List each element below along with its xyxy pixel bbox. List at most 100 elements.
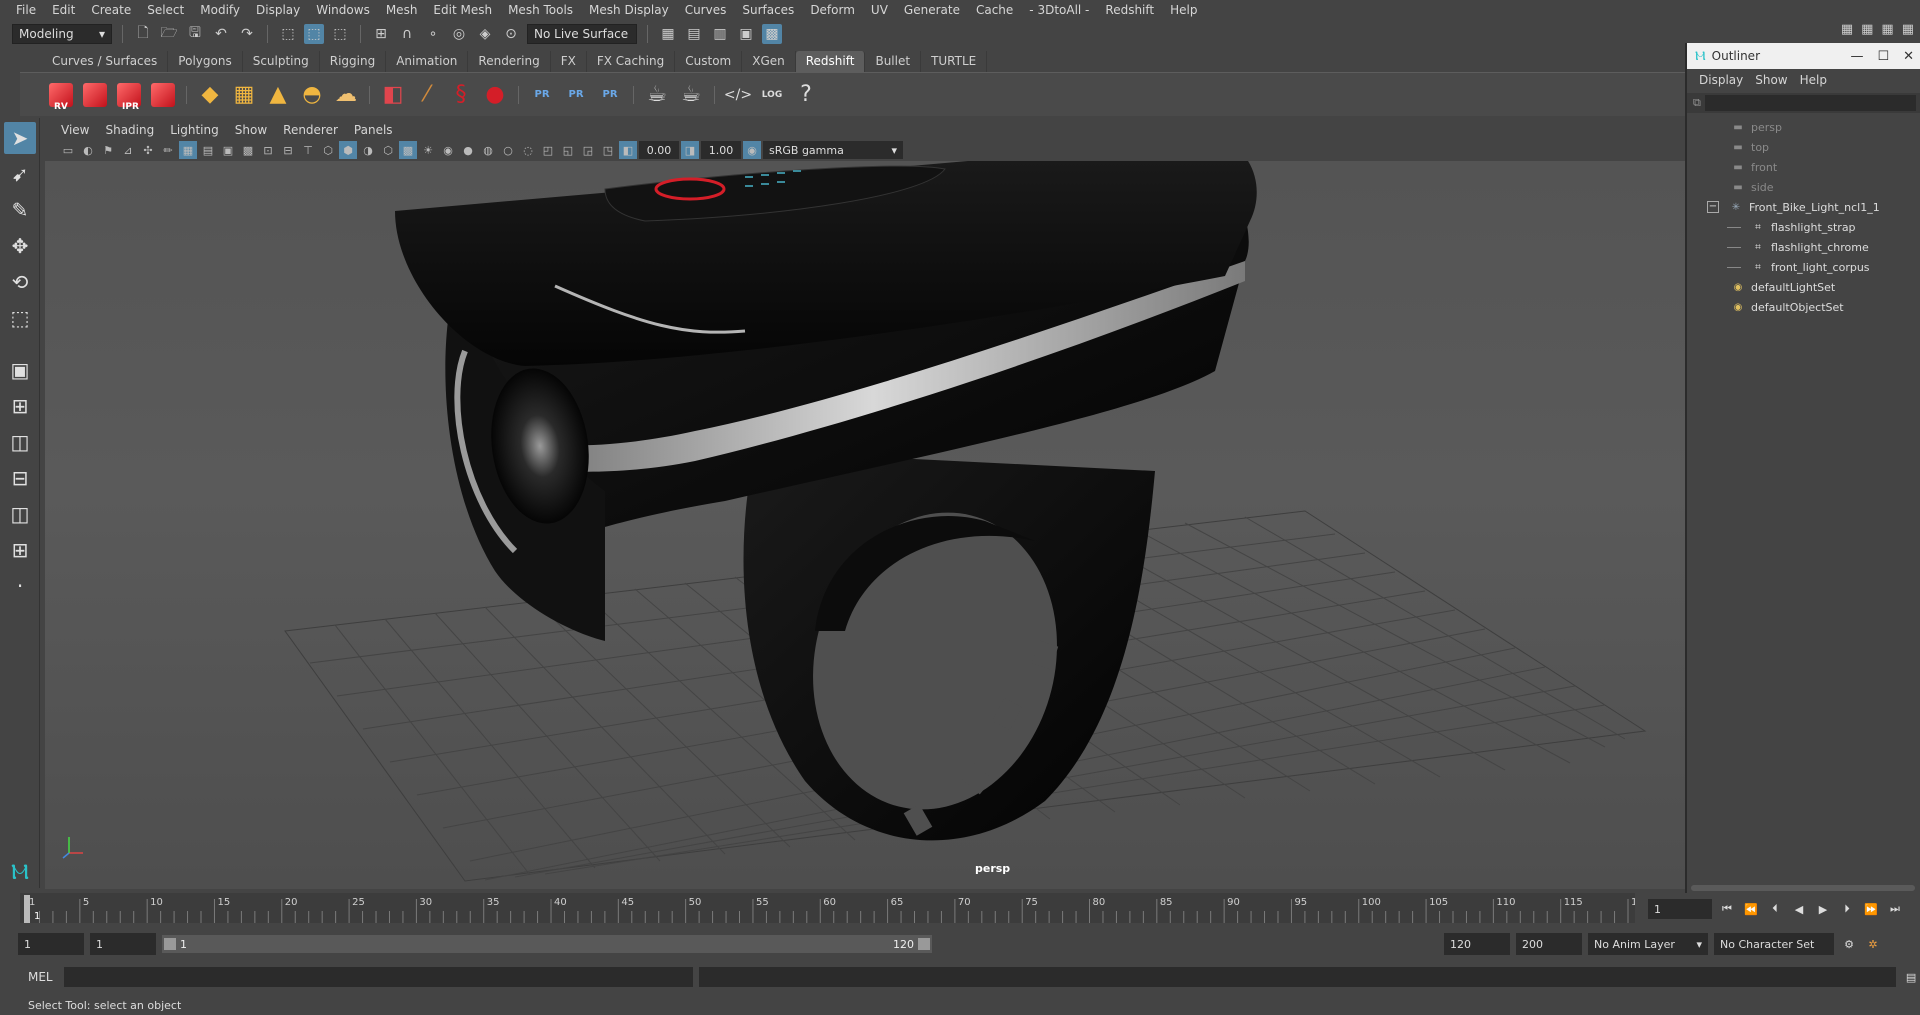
menu-mesh-display[interactable]: Mesh Display xyxy=(581,0,677,21)
colorspace-dropdown[interactable]: sRGB gamma ▾ xyxy=(763,141,903,159)
menu-edit-mesh[interactable]: Edit Mesh xyxy=(425,0,500,21)
outliner-item[interactable]: ▬ top xyxy=(1687,137,1920,157)
render-frame-icon[interactable]: ▤ xyxy=(684,24,704,44)
menu-create[interactable]: Create xyxy=(83,0,139,21)
wireframe-on-shaded-icon[interactable]: ⬡ xyxy=(379,141,397,159)
menu-help[interactable]: Help xyxy=(1162,0,1205,21)
isolate-select-icon[interactable]: ◰ xyxy=(539,141,557,159)
exposure-icon[interactable]: ◧ xyxy=(619,141,637,159)
step-back-frame-icon[interactable]: ⏴ xyxy=(1766,900,1784,918)
outliner-item[interactable]: ▬ side xyxy=(1687,177,1920,197)
outliner-item[interactable]: ◉ defaultLightSet xyxy=(1687,277,1920,297)
shelf-tab-sculpting[interactable]: Sculpting xyxy=(243,51,320,72)
camera-attr-icon[interactable]: ◐ xyxy=(79,141,97,159)
log-icon[interactable]: LOG xyxy=(757,80,787,110)
script-editor-icon[interactable]: ▤ xyxy=(1902,968,1920,986)
anim-layer-dropdown[interactable]: No Anim Layer ▾ xyxy=(1588,933,1708,955)
shelf-tab-polygons[interactable]: Polygons xyxy=(168,51,243,72)
outliner-item[interactable]: ⌗ flashlight_strap xyxy=(1687,217,1920,237)
viewport-menu-show[interactable]: Show xyxy=(227,123,275,137)
hypershade-layout-icon[interactable]: ⊞ xyxy=(4,534,36,566)
ambient-occlusion-icon[interactable]: ● xyxy=(459,141,477,159)
shelf-tab-fx-caching[interactable]: FX Caching xyxy=(587,51,676,72)
shelf-tab-fx[interactable]: FX xyxy=(551,51,587,72)
xray-icon[interactable]: ◱ xyxy=(559,141,577,159)
live-surface-field[interactable]: No Live Surface xyxy=(527,24,637,44)
scale-tool-icon[interactable]: ⬚ xyxy=(4,302,36,334)
toggle-panel-icon[interactable]: ▦ xyxy=(1881,22,1893,37)
save-scene-icon[interactable]: 🖫 xyxy=(185,24,205,44)
menu-3dtoall[interactable]: - 3DtoAll - xyxy=(1021,0,1097,21)
two-pane-layout-icon[interactable]: ◫ xyxy=(4,426,36,458)
shelf-tab-custom[interactable]: Custom xyxy=(675,51,743,72)
pr-export-icon[interactable]: PR xyxy=(527,80,557,110)
xray-components-icon[interactable]: ◳ xyxy=(599,141,617,159)
script-editor-icon[interactable]: </> xyxy=(723,80,753,110)
viewport-menu-view[interactable]: View xyxy=(53,123,97,137)
teapot-settings-icon[interactable]: ☕ xyxy=(676,80,706,110)
more-layouts-icon[interactable]: · xyxy=(4,570,36,602)
grid-icon[interactable]: ▦ xyxy=(179,141,197,159)
safe-title-icon[interactable]: ⊤ xyxy=(299,141,317,159)
menu-deform[interactable]: Deform xyxy=(802,0,863,21)
mode-dropdown[interactable]: Modeling ▾ xyxy=(12,24,112,44)
outliner-item[interactable]: − ✳ Front_Bike_Light_ncl1_1 xyxy=(1687,197,1920,217)
menu-generate[interactable]: Generate xyxy=(896,0,968,21)
menu-modify[interactable]: Modify xyxy=(192,0,248,21)
animation-end-field[interactable]: 200 xyxy=(1516,933,1582,955)
color-management-icon[interactable]: ◉ xyxy=(743,141,761,159)
range-end-handle[interactable] xyxy=(918,938,930,950)
close-icon[interactable]: ✕ xyxy=(1903,49,1914,64)
menu-mesh[interactable]: Mesh xyxy=(378,0,426,21)
pr-swap-icon[interactable]: PR xyxy=(595,80,625,110)
menu-uv[interactable]: UV xyxy=(863,0,896,21)
menu-cache[interactable]: Cache xyxy=(968,0,1021,21)
outliner-item[interactable]: ▬ persp xyxy=(1687,117,1920,137)
film-gate-icon[interactable]: ▤ xyxy=(199,141,217,159)
pr-import-icon[interactable]: PR xyxy=(561,80,591,110)
menu-file[interactable]: File xyxy=(8,0,44,21)
motion-blur-icon[interactable]: ◍ xyxy=(479,141,497,159)
spot-light-icon[interactable]: ▲ xyxy=(263,80,293,110)
field-chart-icon[interactable]: ⊡ xyxy=(259,141,277,159)
auto-key-icon[interactable]: ✲ xyxy=(1864,935,1882,953)
open-scene-icon[interactable]: 🗁 xyxy=(159,24,179,44)
outliner-menu-display[interactable]: Display xyxy=(1693,73,1749,87)
graph-layout-icon[interactable]: ◫ xyxy=(4,498,36,530)
shelf-tab-animation[interactable]: Animation xyxy=(386,51,469,72)
xray-joints-icon[interactable]: ◲ xyxy=(579,141,597,159)
go-to-start-icon[interactable]: ⏮ xyxy=(1718,900,1736,918)
dome-light-icon[interactable]: ◓ xyxy=(297,80,327,110)
rv-render-button[interactable]: RV xyxy=(46,80,76,112)
outliner-item[interactable]: ⌗ flashlight_chrome xyxy=(1687,237,1920,257)
select-tool-icon[interactable]: ➤ xyxy=(4,122,36,154)
range-slider[interactable]: 1 120 xyxy=(162,935,932,953)
exposure-field[interactable]: 0.00 xyxy=(639,141,679,159)
command-input[interactable] xyxy=(63,967,693,987)
current-frame-field[interactable]: 1 xyxy=(1648,899,1712,919)
shelf-tab-rendering[interactable]: Rendering xyxy=(468,51,551,72)
shelf-tab-bullet[interactable]: Bullet xyxy=(865,51,922,72)
teapot-icon[interactable]: ☕ xyxy=(642,80,672,110)
character-set-dropdown[interactable]: No Character Set xyxy=(1714,933,1834,955)
volume-icon[interactable]: § xyxy=(446,80,476,110)
attribute-editor-icon[interactable]: ▦ xyxy=(1902,22,1914,37)
menu-redshift[interactable]: Redshift xyxy=(1097,0,1162,21)
render-options-button[interactable] xyxy=(148,80,178,110)
proxy-object-icon[interactable]: ◧ xyxy=(378,80,408,110)
outliner-menu-show[interactable]: Show xyxy=(1749,73,1793,87)
menu-mesh-tools[interactable]: Mesh Tools xyxy=(500,0,581,21)
help-icon[interactable]: ? xyxy=(791,80,821,110)
anti-aliasing-icon[interactable]: ○ xyxy=(499,141,517,159)
snap-curve-icon[interactable]: ∩ xyxy=(397,24,417,44)
perspective-viewport[interactable]: persp xyxy=(45,161,1685,889)
select-object-icon[interactable]: ⬚ xyxy=(304,24,324,44)
select-camera-icon[interactable]: ▭ xyxy=(59,141,77,159)
play-forward-icon[interactable]: ▶ xyxy=(1814,900,1832,918)
undo-icon[interactable]: ↶ xyxy=(211,24,231,44)
layout-icon[interactable]: ▦ xyxy=(1861,22,1873,37)
gamma-icon[interactable]: ◨ xyxy=(681,141,699,159)
menu-curves[interactable]: Curves xyxy=(677,0,735,21)
outliner-item[interactable]: ◉ defaultObjectSet xyxy=(1687,297,1920,317)
playback-end-field[interactable]: 120 xyxy=(1444,933,1510,955)
